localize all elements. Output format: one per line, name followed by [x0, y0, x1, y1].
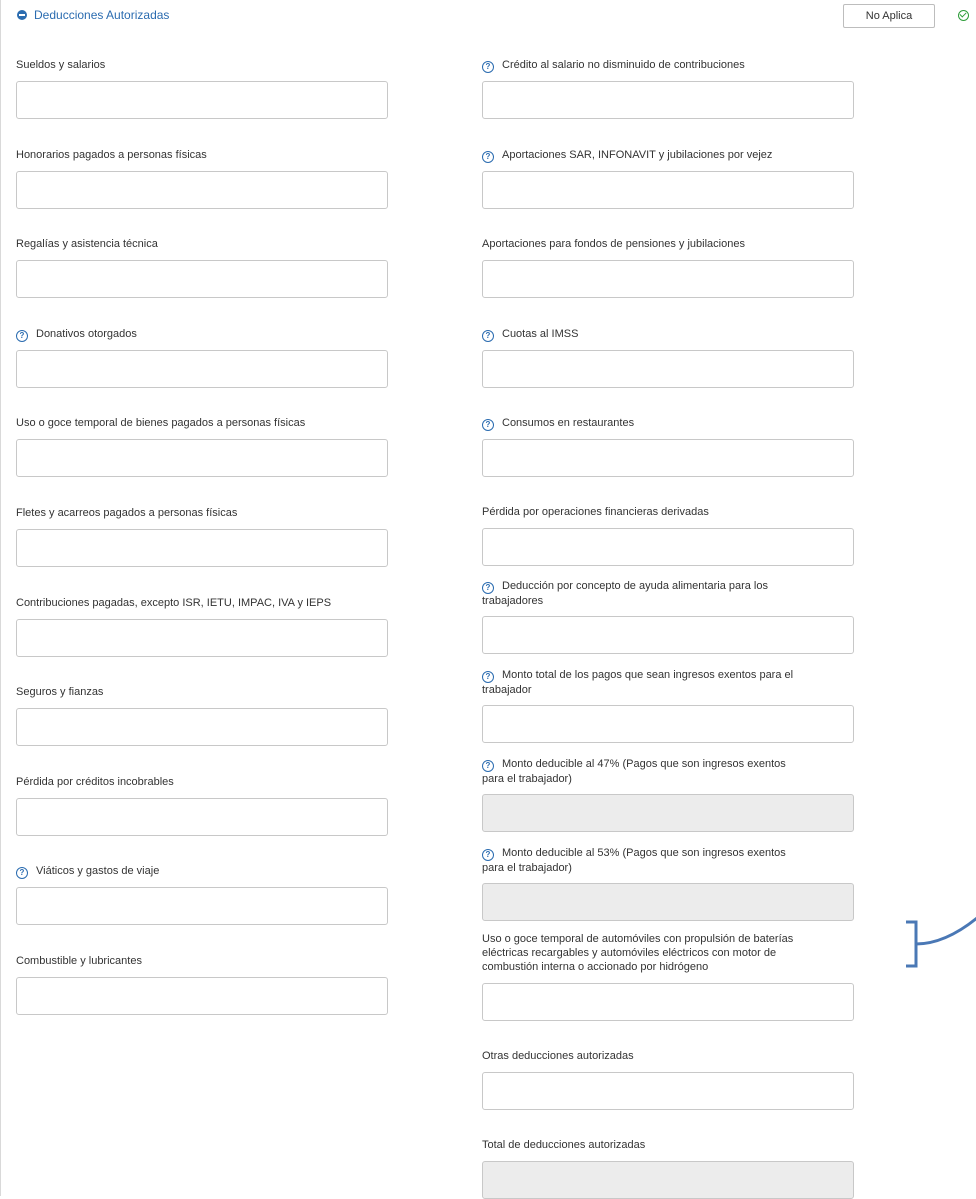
right-field-label-9: ? Monto deducible al 53% (Pagos que son i… — [482, 846, 862, 875]
left-field-input-4[interactable] — [16, 439, 388, 478]
right-field-label-0: ? Crédito al salario no disminuido de con… — [482, 58, 862, 73]
help-icon[interactable]: ? — [482, 582, 494, 594]
right-field-label-10: Uso o goce temporal de automóviles con p… — [482, 932, 862, 974]
label-text-line: Honorarios pagados a personas físicas — [16, 148, 207, 161]
left-field-label-5: Fletes y acarreos pagados a personas fís… — [16, 506, 396, 520]
right-field-input-9[interactable] — [482, 883, 854, 921]
label-text-line: para el trabajador) — [482, 773, 572, 785]
right-field-input-8[interactable] — [482, 794, 854, 832]
right-field-label-8: ? Monto deducible al 47% (Pagos que son i… — [482, 757, 862, 786]
left-field-label-2: Regalías y asistencia técnica — [16, 237, 396, 251]
left-field-input-2[interactable] — [16, 260, 388, 299]
left-field-label-10: Combustible y lubricantes — [16, 954, 396, 968]
label-text-line: Uso o goce temporal de bienes pagados a … — [16, 417, 306, 430]
right-field-input-4[interactable] — [482, 439, 854, 477]
right-field-label-5: Pérdida por operaciones financieras deri… — [482, 505, 862, 519]
left-field-label-0: Sueldos y salarios — [16, 58, 396, 72]
label-text-line: Seguros y fianzas — [16, 686, 104, 699]
right-field-input-10[interactable] — [482, 983, 854, 1021]
label-text-line: Pérdida por créditos incobrables — [16, 775, 174, 788]
label-text-line: Consumos en restaurantes — [502, 417, 635, 429]
help-icon[interactable]: ? — [482, 61, 494, 73]
label-text-line: para el trabajador) — [482, 862, 572, 874]
right-field-label-4: ? Consumos en restaurantes — [482, 416, 862, 431]
right-field-input-2[interactable] — [482, 260, 854, 298]
right-field-input-1[interactable] — [482, 171, 854, 209]
label-text-line: Pérdida por operaciones financieras deri… — [482, 506, 709, 518]
label-text-line: Viáticos y gastos de viaje — [36, 865, 160, 878]
right-field-input-12[interactable] — [482, 1161, 854, 1199]
label-text-line: combustión interna o accionado por hidró… — [482, 961, 709, 973]
label-text-line: Otras deducciones autorizadas — [482, 1050, 634, 1062]
help-icon[interactable]: ? — [482, 760, 494, 772]
label-text-line: Monto deducible al 53% (Pagos que son in… — [502, 847, 786, 859]
pointer-arrow-line — [915, 916, 976, 946]
right-field-input-5[interactable] — [482, 528, 854, 566]
right-field-label-1: ? Aportaciones SAR, INFONAVIT y jubilacio… — [482, 148, 862, 163]
left-field-label-1: Honorarios pagados a personas físicas — [16, 148, 396, 162]
left-field-input-5[interactable] — [16, 529, 388, 567]
help-icon[interactable]: ? — [16, 329, 28, 342]
label-text-line: Sueldos y salarios — [16, 59, 106, 71]
left-field-label-9: ? Viáticos y gastos de viaje — [16, 864, 396, 880]
left-field-input-7[interactable] — [16, 708, 388, 747]
label-text-line: Monto total de los pagos que sean ingres… — [502, 669, 794, 681]
label-text-line: Combustible y lubricantes — [16, 955, 142, 967]
right-field-label-6: ? Deducción por concepto de ayuda aliment… — [482, 579, 862, 608]
right-field-input-0[interactable] — [482, 81, 854, 119]
no-aplica-button[interactable]: No Aplica — [843, 4, 935, 28]
right-field-label-7: ? Monto total de los pagos que sean ingre… — [482, 668, 862, 697]
left-field-input-1[interactable] — [16, 170, 388, 209]
left-field-input-9[interactable] — [16, 887, 388, 926]
label-text-line: Aportaciones para fondos de pensiones y … — [482, 238, 745, 250]
right-field-input-11[interactable] — [482, 1072, 854, 1110]
label-text-line: eléctricas recargables y automóviles elé… — [482, 947, 777, 959]
left-field-label-4: Uso o goce temporal de bienes pagados a … — [16, 416, 396, 430]
right-field-label-12: Total de deducciones autorizadas — [482, 1138, 862, 1152]
right-field-label-2: Aportaciones para fondos de pensiones y … — [482, 237, 862, 251]
help-icon[interactable]: ? — [482, 151, 494, 163]
left-field-input-3[interactable] — [16, 349, 388, 388]
label-text-line: Total de deducciones autorizadas — [482, 1139, 646, 1151]
left-field-label-6: Contribuciones pagadas, excepto ISR, IET… — [16, 596, 396, 610]
left-field-input-0[interactable] — [16, 81, 388, 119]
right-field-input-7[interactable] — [482, 705, 854, 743]
label-text-line: trabajador — [482, 684, 532, 696]
left-field-input-6[interactable] — [16, 618, 388, 657]
label-text-line: Crédito al salario no disminuido de cont… — [502, 59, 745, 71]
section-header: Deducciones Autorizadas No Aplica — [1, 0, 976, 34]
deducciones-panel: Deducciones Autorizadas No Aplica Sueldo… — [0, 0, 976, 1199]
left-field-label-8: Pérdida por créditos incobrables — [16, 775, 396, 789]
bracket-shape — [906, 920, 918, 968]
label-text-line: Donativos otorgados — [36, 327, 137, 340]
label-text-line: Deducción por concepto de ayuda alimenta… — [502, 580, 768, 592]
label-text-line: Fletes y acarreos pagados a personas fís… — [16, 507, 238, 519]
label-text-line: Contribuciones pagadas, excepto ISR, IET… — [16, 596, 332, 609]
help-icon[interactable]: ? — [482, 330, 494, 342]
left-field-label-7: Seguros y fianzas — [16, 685, 396, 699]
help-icon[interactable]: ? — [482, 849, 494, 861]
right-field-label-3: ? Cuotas al IMSS — [482, 327, 862, 342]
label-text-line: Regalías y asistencia técnica — [16, 238, 158, 251]
right-field-label-11: Otras deducciones autorizadas — [482, 1049, 862, 1063]
left-field-label-3: ? Donativos otorgados — [16, 327, 396, 342]
help-icon[interactable]: ? — [16, 867, 28, 880]
right-field-input-3[interactable] — [482, 350, 854, 388]
collapse-minus-icon[interactable] — [17, 10, 27, 20]
help-icon[interactable]: ? — [482, 419, 494, 431]
label-text-line: Monto deducible al 47% (Pagos que son in… — [502, 758, 786, 770]
left-field-input-10[interactable] — [16, 977, 388, 1015]
label-text-line: Uso o goce temporal de automóviles con p… — [482, 933, 794, 945]
left-field-input-8[interactable] — [16, 797, 388, 836]
check-circle-icon — [958, 10, 969, 21]
help-icon[interactable]: ? — [482, 671, 494, 683]
label-text-line: trabajadores — [482, 595, 544, 607]
label-text-line: Cuotas al IMSS — [502, 328, 579, 340]
right-field-input-6[interactable] — [482, 616, 854, 654]
section-title[interactable]: Deducciones Autorizadas — [34, 8, 169, 22]
label-text-line: Aportaciones SAR, INFONAVIT y jubilacion… — [502, 149, 773, 161]
